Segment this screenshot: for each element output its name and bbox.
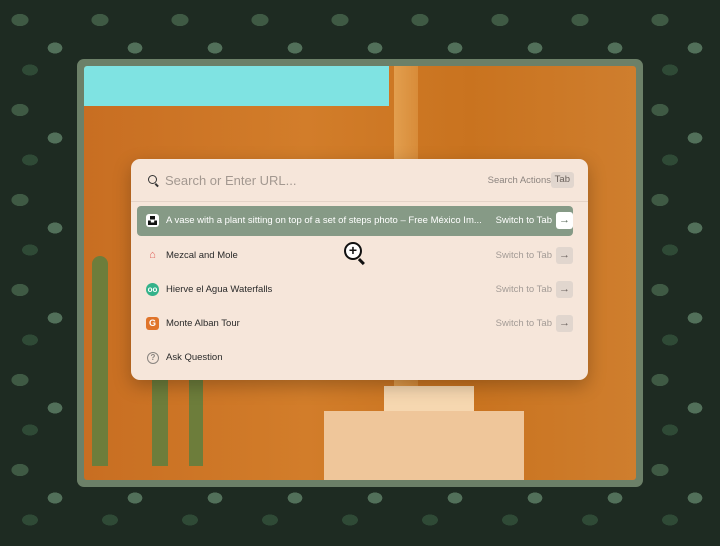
zoom-cursor-icon xyxy=(344,242,362,260)
divider xyxy=(131,201,588,202)
arrow-right-icon[interactable]: → xyxy=(556,247,573,264)
airbnb-icon: ⌂ xyxy=(149,249,156,261)
sky xyxy=(84,66,389,106)
getyourguide-icon: G xyxy=(146,317,159,330)
switch-to-tab-label: Switch to Tab xyxy=(495,318,552,329)
arrow-right-icon[interactable]: → xyxy=(556,281,573,298)
cactus xyxy=(189,366,203,466)
result-label: Mezcal and Mole xyxy=(166,250,238,261)
search-actions-label[interactable]: Search Actions xyxy=(488,175,551,186)
result-row-hierve[interactable]: oo Hierve el Agua Waterfalls Switch to T… xyxy=(137,275,573,305)
switch-to-tab-label: Switch to Tab xyxy=(495,215,552,226)
unsplash-icon xyxy=(146,214,159,227)
search-row: Search Actions Tab xyxy=(131,159,588,201)
switch-to-tab-label: Switch to Tab xyxy=(495,284,552,295)
result-row-vase-photo[interactable]: A vase with a plant sitting on top of a … xyxy=(137,206,573,236)
result-label: Monte Alban Tour xyxy=(166,318,240,329)
tab-key-hint: Tab xyxy=(550,172,574,188)
result-row-monte-alban[interactable]: G Monte Alban Tour Switch to Tab → xyxy=(137,309,573,339)
cactus xyxy=(92,256,108,466)
search-input[interactable] xyxy=(165,170,425,190)
arrow-right-icon[interactable]: → xyxy=(556,315,573,332)
result-label: A vase with a plant sitting on top of a … xyxy=(166,215,482,226)
result-label: Hierve el Agua Waterfalls xyxy=(166,284,273,295)
search-icon xyxy=(148,175,157,184)
command-palette: Search Actions Tab A vase with a plant s… xyxy=(131,159,588,380)
arrow-right-icon[interactable]: → xyxy=(556,212,573,229)
result-row-ask-question[interactable]: ? Ask Question xyxy=(137,343,573,373)
switch-to-tab-label: Switch to Tab xyxy=(495,250,552,261)
question-icon: ? xyxy=(147,352,159,364)
tripadvisor-icon: oo xyxy=(146,283,159,296)
result-label: Ask Question xyxy=(166,352,223,363)
stair-bottom xyxy=(324,411,524,480)
